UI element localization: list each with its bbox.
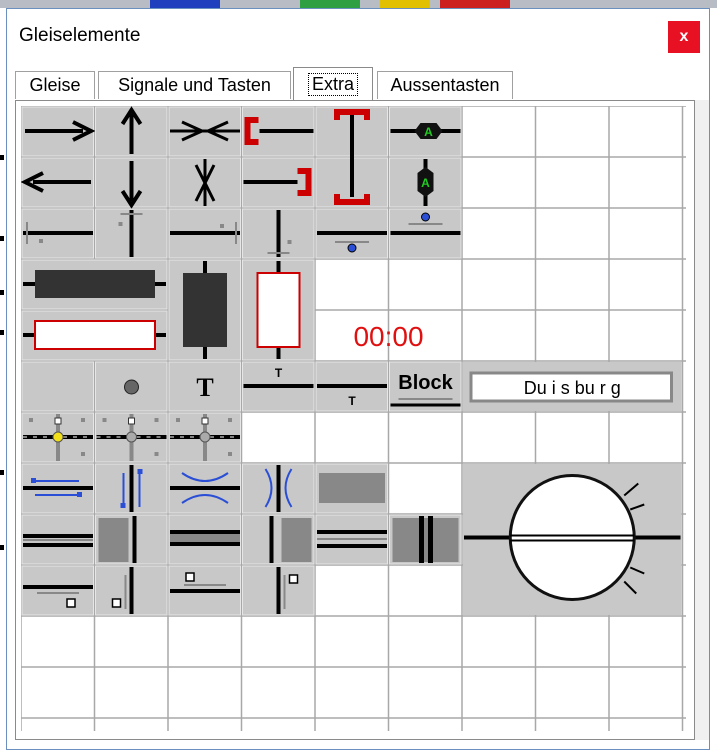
block-white-horizontal-icon[interactable] (21, 310, 168, 361)
block-white-vertical-icon[interactable] (242, 259, 315, 361)
tab-label: Aussentasten (390, 75, 500, 95)
key-top-left-icon[interactable] (168, 565, 241, 616)
tab-gleise[interactable]: Gleise (15, 71, 95, 99)
arrow-down-icon[interactable] (95, 157, 168, 209)
tab-signale-und-tasten[interactable]: Signale und Tasten (98, 71, 291, 99)
arrow-left-icon[interactable] (21, 157, 94, 208)
label-bottom-t-icon[interactable]: T (315, 361, 388, 412)
contact-blue-below-icon[interactable] (315, 208, 388, 259)
level-crossing-grey-2-icon[interactable] (168, 412, 241, 463)
block-dark-horizontal-icon[interactable] (21, 259, 168, 310)
bumper-red-left-icon[interactable] (242, 106, 315, 157)
round-button-icon[interactable] (95, 361, 168, 412)
svg-text:A: A (424, 125, 433, 139)
bumper-red-right-icon[interactable] (242, 157, 315, 208)
bumper-red-bottom-icon[interactable] (315, 157, 388, 208)
tab-label: Extra (307, 73, 359, 96)
isolation-top-icon[interactable] (95, 208, 168, 259)
grey-bar-icon[interactable] (315, 463, 388, 514)
close-icon: x (679, 28, 689, 45)
bridge-blue-horizontal-icon[interactable] (21, 463, 94, 514)
level-crossing-yellow-icon[interactable] (21, 412, 94, 463)
key-bottom-right-icon[interactable] (21, 565, 94, 616)
buffer-horizontal-icon[interactable] (168, 106, 241, 157)
block-dark-vertical-icon[interactable] (168, 259, 241, 361)
label-top-t-icon[interactable]: T (242, 361, 315, 412)
palette-scrollbar[interactable] (695, 100, 709, 740)
platform-double-horizontal-icon[interactable] (315, 514, 388, 565)
platform-horizontal-2-icon[interactable] (168, 514, 241, 565)
platform-horizontal-icon[interactable] (21, 514, 94, 565)
svg-text:T: T (196, 373, 213, 402)
tab-extra[interactable]: Extra (293, 67, 373, 101)
tunnel-blue-vertical-icon[interactable] (242, 463, 315, 514)
signal-a-vertical-icon[interactable]: A (389, 157, 462, 208)
dialog-window: Gleiselemente x Gleise Signale und Taste… (6, 8, 710, 750)
buffer-vertical-icon[interactable] (168, 157, 241, 208)
station-name-label[interactable]: Du i s bu r g (463, 362, 682, 411)
platform-vertical-icon[interactable] (95, 514, 168, 565)
clock-display[interactable]: 00:00 (353, 321, 423, 352)
svg-text:00:00: 00:00 (353, 321, 423, 352)
tab-label: Signale und Tasten (118, 75, 271, 95)
tunnel-blue-horizontal-icon[interactable] (168, 463, 241, 514)
key-top-right-icon[interactable] (242, 565, 315, 616)
svg-text:Block: Block (398, 372, 453, 394)
close-button[interactable]: x (668, 21, 700, 53)
svg-text:T: T (275, 366, 283, 380)
level-crossing-grey-icon[interactable] (95, 412, 168, 463)
turntable-icon[interactable] (463, 464, 682, 615)
bumper-red-top-icon[interactable] (315, 106, 388, 158)
isolation-right-icon[interactable] (168, 208, 241, 259)
palette-grid: A A 00:00 T T T Block Du i s bu r g (21, 106, 686, 731)
key-bottom-left-icon[interactable] (95, 565, 168, 616)
platform-double-vertical-icon[interactable] (389, 514, 462, 565)
contact-blue-above-icon[interactable] (389, 208, 462, 259)
svg-text:T: T (348, 394, 356, 408)
window-title: Gleiselemente (19, 25, 141, 46)
arrow-right-icon[interactable] (21, 106, 96, 157)
block-label[interactable]: Block (389, 361, 462, 412)
arrow-up-icon[interactable] (95, 106, 168, 157)
isolation-bottom-icon[interactable] (242, 208, 315, 259)
platform-vertical-2-icon[interactable] (242, 514, 315, 565)
tab-aussentasten[interactable]: Aussentasten (377, 71, 513, 99)
empty-tile-icon[interactable] (21, 361, 94, 412)
title-bar[interactable]: Gleiselemente x (7, 9, 709, 65)
element-palette: A A 00:00 T T T Block Du i s bu r g (15, 100, 695, 740)
tab-label: Gleise (29, 75, 81, 95)
svg-text:Du i s bu r g: Du i s bu r g (524, 378, 621, 398)
svg-text:A: A (421, 176, 430, 190)
background-window-strip (0, 0, 717, 8)
text-t-icon[interactable]: T (168, 361, 241, 412)
signal-a-horizontal-icon[interactable]: A (389, 106, 462, 157)
isolation-left-icon[interactable] (21, 208, 94, 259)
bridge-blue-vertical-icon[interactable] (95, 463, 168, 514)
